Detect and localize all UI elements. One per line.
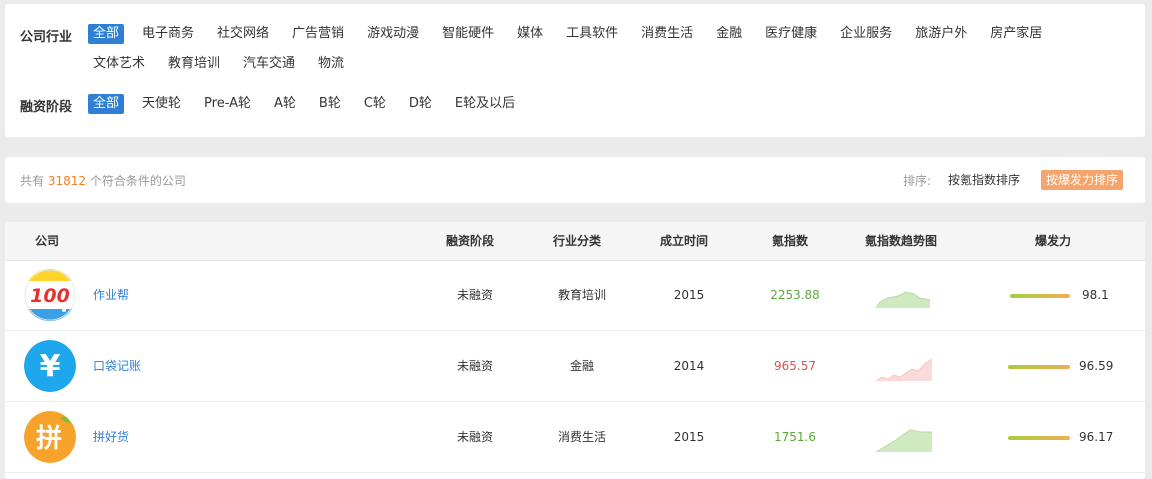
stage-filter-option[interactable]: Pre-A轮 xyxy=(199,94,256,114)
count-prefix: 共有 xyxy=(20,174,45,188)
stage-cell: 未融资 xyxy=(456,430,494,444)
table-header: 公司 融资阶段 行业分类 成立时间 氪指数 氪指数趋势图 爆发力 xyxy=(5,222,1145,261)
industry-filter-option[interactable]: 企业服务 xyxy=(835,24,897,44)
result-count: 共有 31812 个符合条件的公司 xyxy=(20,172,186,189)
table-row[interactable]: ¥ 口袋记账 未融资 金融 2014 965.57 96.59 xyxy=(5,331,1145,402)
stage-filter-label: 融资阶段 xyxy=(20,100,73,115)
stage-cell: 未融资 xyxy=(456,288,494,302)
industry-filter-option[interactable]: 广告营销 xyxy=(287,24,349,44)
trend-sparkline xyxy=(875,429,932,453)
stage-cell: 未融资 xyxy=(456,359,494,373)
count-suffix: 个符合条件的公司 xyxy=(89,174,186,188)
industry-options: 全部 电子商务 社交网络 广告营销 游戏动漫 智能硬件 媒体 工具软件 消费生活 金融 医疗健康 企业… xyxy=(88,24,1135,84)
industry-filter-option[interactable]: 社交网络 xyxy=(212,24,274,44)
industry-filter-option[interactable]: 房产家居 xyxy=(985,24,1047,44)
stage-filter-option[interactable]: C轮 xyxy=(359,94,391,114)
founded-cell: 2015 xyxy=(673,288,705,302)
industry-filter-option[interactable]: 智能硬件 xyxy=(437,24,499,44)
burst-bar xyxy=(1010,294,1070,298)
trend-sparkline xyxy=(875,358,933,382)
sort-by-kr-index-button[interactable]: 按氪指数排序 xyxy=(943,170,1025,190)
founded-cell: 2015 xyxy=(673,430,705,444)
count-number: 31812 xyxy=(47,174,87,188)
zuoyebang-logo-text: 100 xyxy=(30,285,70,307)
burst-score: 96.59 xyxy=(1079,359,1114,373)
company-table: 公司 融资阶段 行业分类 成立时间 氪指数 氪指数趋势图 爆发力 100 作业帮… xyxy=(5,222,1145,479)
industry-filter-label: 公司行业 xyxy=(20,30,73,45)
pin-logo-glyph: 拼 xyxy=(36,424,62,454)
burst-bar xyxy=(1008,436,1070,440)
zuoyebang-logo[interactable]: 100 xyxy=(24,269,76,321)
col-founded: 成立时间 xyxy=(659,234,709,248)
industry-filter-option[interactable]: 医疗健康 xyxy=(760,24,822,44)
col-company: 公司 xyxy=(35,234,60,248)
stage-filter-option[interactable]: D轮 xyxy=(404,94,437,114)
yen-logo[interactable]: ¥ xyxy=(24,340,76,392)
company-name-link[interactable]: 作业帮 xyxy=(93,260,129,330)
stage-filter-option[interactable]: 天使轮 xyxy=(137,94,186,114)
col-kr-index: 氪指数 xyxy=(771,234,809,248)
burst-bar xyxy=(1008,365,1070,369)
company-name-link[interactable]: 拼好货 xyxy=(93,402,129,472)
yen-logo-glyph: ¥ xyxy=(40,349,61,384)
industry-filter-option[interactable]: 文体艺术 xyxy=(88,54,150,74)
sort-by-burst-button[interactable]: 按爆发力排序 xyxy=(1041,170,1124,190)
sort-label: 排序: xyxy=(903,174,932,188)
industry-filter-option[interactable]: 教育培训 xyxy=(163,54,225,74)
industry-filter-option[interactable]: 游戏动漫 xyxy=(362,24,424,44)
industry-cell: 金融 xyxy=(569,359,595,373)
industry-filter-option[interactable]: 媒体 xyxy=(512,24,548,44)
burst-score: 98.1 xyxy=(1082,288,1109,302)
pin-logo[interactable]: 拼 xyxy=(24,411,76,463)
industry-filter-option[interactable]: 汽车交通 xyxy=(238,54,300,74)
industry-filter-option[interactable]: 物流 xyxy=(313,54,349,74)
table-row[interactable]: 拼 拼好货 未融资 消费生活 2015 1751.6 96.17 xyxy=(5,402,1145,473)
industry-cell: 消费生活 xyxy=(557,430,607,444)
summary-bar: 共有 31812 个符合条件的公司 排序: 按氪指数排序 按爆发力排序 xyxy=(5,157,1145,203)
col-trend: 氪指数趋势图 xyxy=(864,234,938,248)
table-row[interactable]: 100 作业帮 未融资 教育培训 2015 2253.88 98.1 xyxy=(5,260,1145,331)
founded-cell: 2014 xyxy=(673,359,705,373)
industry-filter-option[interactable]: 全部 xyxy=(88,24,125,44)
company-name-link[interactable]: 口袋记账 xyxy=(93,331,141,401)
stage-filter-option[interactable]: B轮 xyxy=(314,94,346,114)
industry-filter-option[interactable]: 消费生活 xyxy=(636,24,698,44)
industry-filter-option[interactable]: 工具软件 xyxy=(561,24,623,44)
col-stage: 融资阶段 xyxy=(445,234,495,248)
industry-cell: 教育培训 xyxy=(557,288,607,302)
kr-index-cell: 1751.6 xyxy=(774,430,816,444)
col-industry: 行业分类 xyxy=(552,234,602,248)
stage-filter-option[interactable]: 全部 xyxy=(88,94,125,114)
filter-panel: 公司行业 全部 电子商务 社交网络 广告营销 游戏动漫 智能硬件 媒体 工具软件 消费生活 金融医… xyxy=(5,4,1145,137)
industry-filter-option[interactable]: 旅游户外 xyxy=(910,24,972,44)
burst-score: 96.17 xyxy=(1079,430,1114,444)
kr-index-cell: 965.57 xyxy=(774,359,816,373)
kr-index-cell: 2253.88 xyxy=(770,288,820,302)
industry-filter-option[interactable]: 电子商务 xyxy=(137,24,199,44)
stage-options: 全部 天使轮 Pre-A轮 A轮 B轮 C轮 D轮 E轮及以后 xyxy=(88,94,1135,124)
trend-sparkline xyxy=(875,291,931,309)
stage-filter-option[interactable]: A轮 xyxy=(269,94,301,114)
stage-filter-option[interactable]: E轮及以后 xyxy=(450,94,520,114)
industry-filter-option[interactable]: 金融 xyxy=(711,24,747,44)
col-burst: 爆发力 xyxy=(1034,234,1072,248)
